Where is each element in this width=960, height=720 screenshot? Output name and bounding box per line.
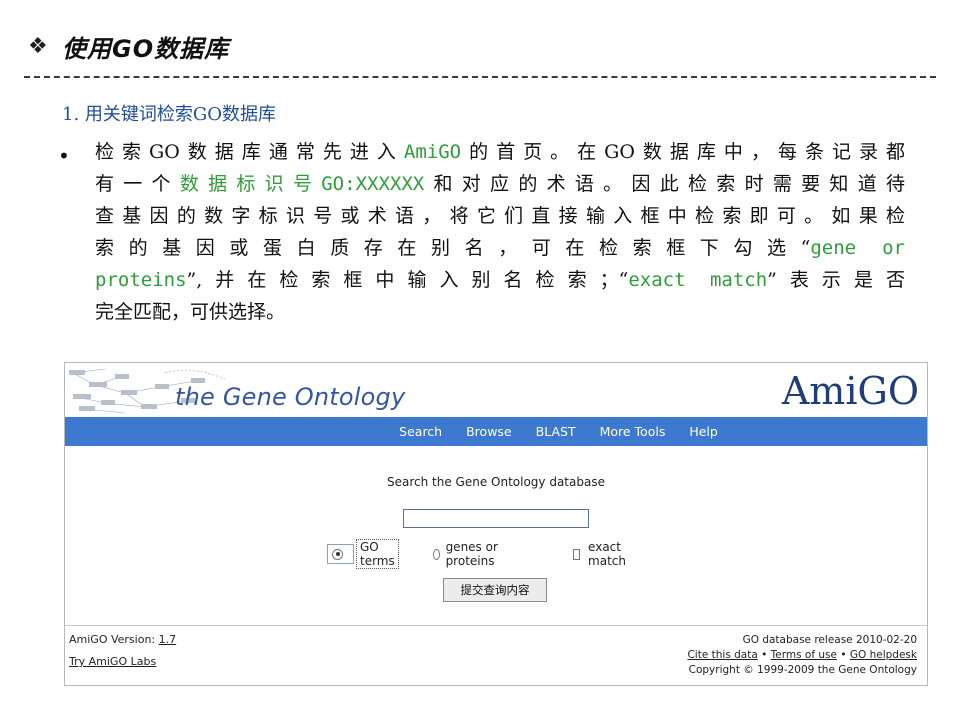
submit-query-button[interactable]: 提交查询内容 — [443, 578, 547, 602]
dashed-divider — [24, 76, 936, 78]
highlighted-term: proteins — [95, 269, 187, 291]
search-label: Search the Gene Ontology database — [387, 475, 605, 489]
bullet-dot-icon: • — [58, 144, 70, 168]
section-heading: 1. 用关键词检索GO数据库 — [62, 104, 277, 125]
search-input[interactable] — [403, 509, 589, 528]
paragraph-line: 完全匹配，可供选择。 — [95, 296, 905, 328]
nav-blast[interactable]: BLAST — [524, 424, 588, 439]
amigo-banner: the Gene Ontology AmiGO — [65, 363, 927, 417]
paragraph-text: 和对应的术语。因此检索时需要知道待 — [424, 173, 905, 195]
highlighted-term: AmiGO — [403, 141, 462, 163]
paragraph-text: 有一个 — [95, 173, 180, 195]
helpdesk-link[interactable]: GO helpdesk — [850, 649, 917, 661]
nav-more-tools[interactable]: More Tools — [588, 424, 678, 439]
radio-go-terms[interactable] — [332, 548, 343, 560]
gene-ontology-subtitle: the Gene Ontology — [175, 383, 406, 411]
paragraph-line: 查基因的数字标识号或术语，将它们直接输入框中检索即可。如果检 — [95, 200, 905, 232]
separator-dot: • — [761, 649, 768, 661]
footer-divider — [65, 625, 927, 626]
highlighted-term: gene or — [810, 237, 905, 259]
nav-search[interactable]: Search — [387, 424, 454, 439]
paragraph-line: proteins”,并在检索框中输入别名检索；“exact match”表示是否 — [95, 264, 905, 296]
amigo-logo[interactable]: AmiGO — [782, 369, 919, 413]
paragraph-text: 索的基因或蛋白质存在别名，可在检索框下勾选“ — [95, 237, 811, 259]
nav-help[interactable]: Help — [677, 424, 730, 439]
highlighted-term: 数据标识号GO:XXXXXX — [179, 173, 425, 195]
option-go-terms[interactable]: GO terms — [327, 539, 399, 569]
paragraph-text: 完全匹配，可供选择。 — [95, 301, 286, 323]
radio-genes-or-proteins[interactable] — [433, 548, 440, 560]
footer-right: GO database release 2010-02-20 Cite this… — [687, 633, 917, 678]
version-link[interactable]: 1.7 — [159, 633, 177, 646]
cite-data-link[interactable]: Cite this data — [687, 649, 757, 661]
highlighted-term: exact match — [628, 269, 768, 291]
paragraph-line: 检索GO数据库通常先进入AmiGO的首页。在GO数据库中，每条记录都 — [95, 136, 905, 168]
amigo-screenshot: the Gene Ontology AmiGO Search Browse BL… — [64, 362, 928, 686]
paragraph-text: ”表示是否 — [767, 269, 905, 291]
terms-of-use-link[interactable]: Terms of use — [771, 649, 837, 661]
footer-left: AmiGO Version: 1.7 Try AmiGO Labs — [69, 633, 176, 677]
copyright-text: Copyright © 1999-2009 the Gene Ontology — [688, 664, 917, 676]
db-release-text: GO database release 2010-02-20 — [742, 634, 917, 646]
diamond-bullet-icon: ❖ — [28, 33, 48, 59]
go-terms-label: GO terms — [356, 539, 399, 569]
exact-match-label: exact match — [588, 540, 626, 568]
nav-browse[interactable]: Browse — [454, 424, 524, 439]
separator-dot: • — [840, 649, 847, 661]
option-exact-match[interactable]: exact match — [573, 540, 630, 568]
option-genes-or-proteins[interactable]: genes or proteins — [433, 540, 499, 568]
exact-match-checkbox[interactable] — [573, 548, 581, 560]
paragraph-line: 有一个数据标识号GO:XXXXXX和对应的术语。因此检索时需要知道待 — [95, 168, 905, 200]
paragraph-line: 索的基因或蛋白质存在别名，可在检索框下勾选“gene or — [95, 232, 905, 264]
paragraph-text: ”,并在检索框中输入别名检索；“ — [186, 269, 629, 291]
paragraph-text: 的首页。在GO数据库中，每条记录都 — [461, 141, 905, 163]
paragraph-text: 查基因的数字标识号或术语，将它们直接输入框中检索即可。如果检 — [95, 205, 905, 227]
version-label: AmiGO Version: — [69, 633, 156, 646]
paragraph-text: 检索GO数据库通常先进入 — [95, 141, 404, 163]
slide-title: 使用GO数据库 — [62, 34, 230, 63]
slide-header: ❖ 使用GO数据库 — [28, 28, 229, 64]
amigo-nav-bar: Search Browse BLAST More Tools Help — [65, 417, 927, 446]
genes-or-proteins-label: genes or proteins — [445, 540, 498, 568]
bullet-paragraph: 检索GO数据库通常先进入AmiGO的首页。在GO数据库中，每条记录都 有一个数据标… — [95, 136, 905, 328]
amigo-labs-link[interactable]: Try AmiGO Labs — [69, 655, 156, 668]
